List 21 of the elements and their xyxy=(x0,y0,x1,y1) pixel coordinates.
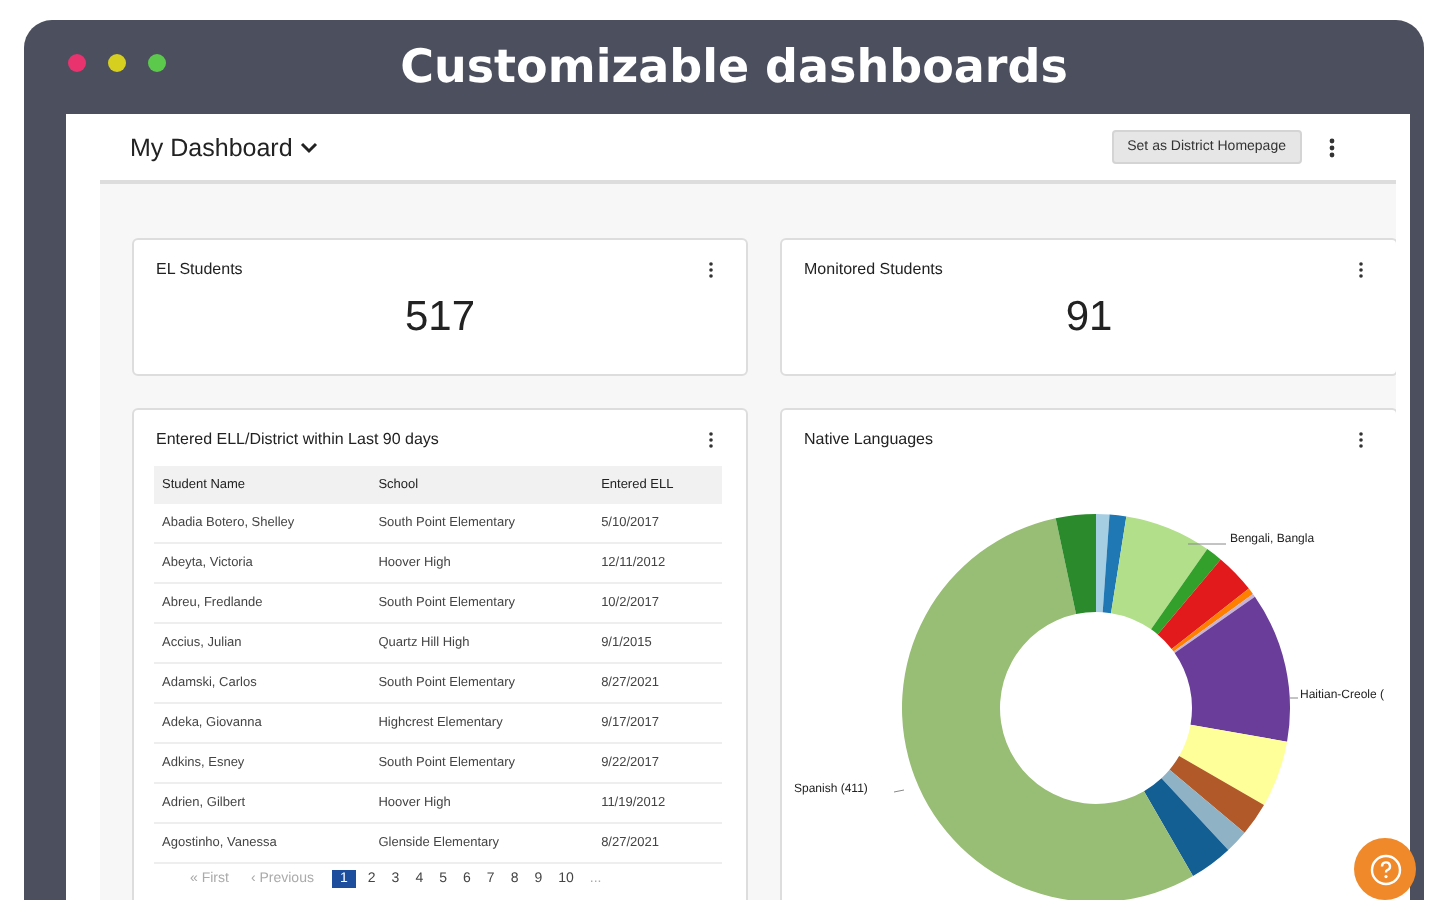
card-title: Native Languages xyxy=(804,430,933,448)
minimize-dot-icon xyxy=(108,54,126,72)
more-options-icon[interactable] xyxy=(708,431,714,447)
card-title: EL Students xyxy=(156,260,243,278)
chevron-down-icon xyxy=(300,141,319,153)
card-title: Entered ELL/District within Last 90 days xyxy=(156,430,439,448)
question-mark-icon xyxy=(1369,853,1401,885)
card-title: Monitored Students xyxy=(804,260,943,278)
stat-value: 91 xyxy=(1065,294,1113,342)
window-title: Customizable dashboards xyxy=(400,41,1068,93)
dashboard-dropdown[interactable]: My Dashboard xyxy=(130,133,319,161)
stat-value: 517 xyxy=(404,294,476,342)
close-dot-icon xyxy=(68,54,86,72)
leader-line xyxy=(1187,543,1227,545)
more-options-icon[interactable] xyxy=(1358,431,1364,447)
leader-line xyxy=(1289,697,1299,699)
more-options-icon[interactable] xyxy=(1328,137,1336,157)
leader-line xyxy=(893,789,905,793)
more-options-icon[interactable] xyxy=(1358,261,1364,277)
more-options-icon[interactable] xyxy=(708,261,714,277)
maximize-dot-icon xyxy=(148,54,166,72)
